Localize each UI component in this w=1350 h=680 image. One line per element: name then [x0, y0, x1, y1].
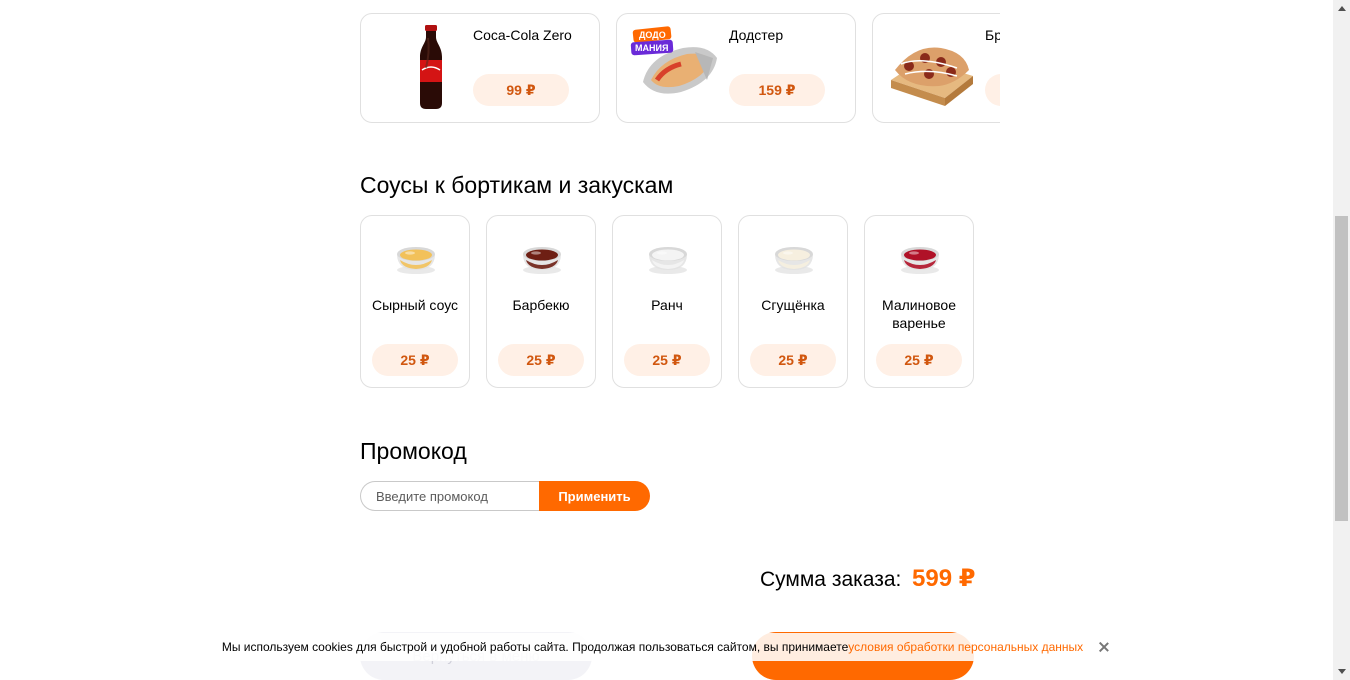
product-price-button[interactable]: 99 ₽: [473, 74, 569, 106]
sauce-name: Малиновое варенье: [882, 297, 956, 331]
scroll-up-arrow[interactable]: [1333, 0, 1350, 17]
sauce-price-button[interactable]: 25 ₽: [372, 344, 458, 376]
sauce-card[interactable]: Малиновое варенье 25 ₽: [864, 215, 974, 388]
sauce-name: Сгущёнка: [761, 297, 825, 313]
product-name: Брускетты штрудель: [985, 27, 1000, 43]
dodster-image: ДОДО МАНИЯ: [630, 26, 717, 94]
product-price-button[interactable]: [985, 74, 1000, 106]
sauce-bowl-image: [901, 247, 939, 274]
sauce-price-button[interactable]: 25 ₽: [876, 344, 962, 376]
product-price-button[interactable]: 159 ₽: [729, 74, 825, 106]
scrollbar-thumb[interactable]: [1335, 216, 1348, 521]
sauce-bowl-image: [523, 247, 561, 274]
sauce-name: Сырный соус: [371, 297, 459, 313]
sauces-section-title: Соусы к бортикам и закускам: [360, 172, 674, 198]
recommended-products-carousel: Coca-Cola Zero 99 ₽ ДОДО МАНИЯ Додстер 1…: [360, 13, 1000, 123]
sauce-fill: [400, 249, 432, 261]
sauce-fill: [526, 249, 558, 261]
order-total-label: Сумма заказа:: [760, 568, 902, 591]
sauce-card[interactable]: Сырный соус 25 ₽: [360, 215, 470, 388]
sauce-fill: [652, 249, 684, 261]
sauce-price-button[interactable]: 25 ₽: [498, 344, 584, 376]
product-card[interactable]: ДОДО МАНИЯ Додстер 159 ₽: [616, 13, 856, 123]
sauce-card[interactable]: Сгущёнка 25 ₽: [738, 215, 848, 388]
product-card[interactable]: Coca-Cola Zero 99 ₽: [360, 13, 600, 123]
product-card[interactable]: Брускетты штрудель: [872, 13, 1000, 123]
sauce-fill: [904, 249, 936, 261]
sauce-name: Ранч: [651, 297, 683, 313]
privacy-terms-link[interactable]: условия обработки персональных данных: [848, 640, 1083, 654]
sauce-card[interactable]: Барбекю 25 ₽: [486, 215, 596, 388]
close-icon[interactable]: [1097, 640, 1111, 654]
promo-code-input[interactable]: [360, 481, 556, 511]
sauce-fill: [778, 249, 810, 261]
sauce-bowl-image: [775, 247, 813, 274]
sauce-bowl-image: [397, 247, 435, 274]
promo-section-title: Промокод: [360, 438, 467, 464]
sauce-card[interactable]: Ранч 25 ₽: [612, 215, 722, 388]
sauce-price-button[interactable]: 25 ₽: [750, 344, 836, 376]
sauce-price-button[interactable]: 25 ₽: [624, 344, 710, 376]
order-total-value: 599 ₽: [912, 565, 976, 592]
scroll-down-arrow[interactable]: [1333, 663, 1350, 680]
coca-cola-zero-image: [420, 25, 442, 109]
page-scrollbar[interactable]: [1333, 0, 1350, 680]
apply-promo-button[interactable]: Применить: [539, 481, 650, 511]
cookie-text: Мы используем cookies для быстрой и удоб…: [221, 640, 849, 654]
sauce-name: Барбекю: [512, 297, 570, 313]
product-name: Coca-Cola Zero: [473, 27, 572, 43]
sauce-bowl-image: [649, 247, 687, 274]
cookie-banner: Мы используем cookies для быстрой и удоб…: [0, 633, 1333, 661]
promo-code-form: Применить: [360, 481, 650, 511]
product-name: Додстер: [729, 27, 784, 43]
badge-text: ДОДО: [639, 30, 666, 40]
bruschetta-image: [891, 47, 973, 106]
badge-text: МАНИЯ: [635, 43, 668, 53]
